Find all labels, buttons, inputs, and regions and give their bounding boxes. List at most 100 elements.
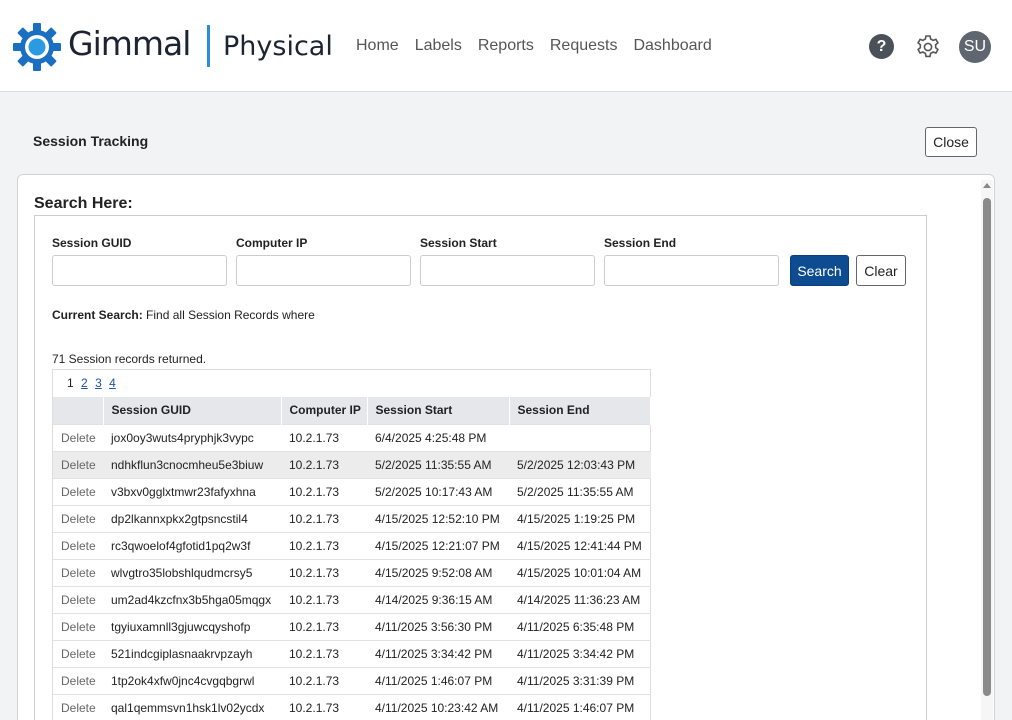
cell-session-guid: 521indcgiplasnaakrvpzayh xyxy=(103,639,281,667)
table-row[interactable]: Delete qal1qemmsvn1hsk1lv02ycdx 10.2.1.73 4… xyxy=(53,693,651,720)
table-row[interactable]: Delete v3bxv0gglxtmwr23fafyxhna 10.2.1.73 5… xyxy=(53,477,651,505)
table-row[interactable]: Delete tgyiuxamnll3gjuwcqyshofp 10.2.1.73 4… xyxy=(53,612,651,640)
cell-session-end: 4/15/2025 1:19:25 PM xyxy=(509,504,651,532)
gear-logo-icon xyxy=(13,23,61,71)
cell-session-guid: v3bxv0gglxtmwr23fafyxhna xyxy=(103,477,281,505)
cell-computer-ip: 10.2.1.73 xyxy=(281,531,367,559)
pager-page-4[interactable]: 4 xyxy=(109,376,116,390)
cell-session-guid: 1tp2ok4xfw0jnc4cvgqbgrwl xyxy=(103,666,281,694)
col-session-guid[interactable]: Session GUID xyxy=(103,397,282,424)
cell-computer-ip: 10.2.1.73 xyxy=(281,639,367,667)
cell-session-start: 6/4/2025 4:25:48 PM xyxy=(367,423,509,451)
session-start-input[interactable] xyxy=(420,255,595,286)
current-search: Current Search: Find all Session Records… xyxy=(52,308,315,322)
delete-link[interactable]: Delete xyxy=(53,477,103,505)
brand-divider xyxy=(207,25,210,67)
cell-computer-ip: 10.2.1.73 xyxy=(281,504,367,532)
pager-page-3[interactable]: 3 xyxy=(95,376,102,390)
table-row[interactable]: Delete dp2lkannxpkx2gtpsncstil4 10.2.1.73 4… xyxy=(53,504,651,532)
cell-session-end: 4/11/2025 3:34:42 PM xyxy=(509,639,651,667)
search-heading: Search Here: xyxy=(34,195,133,212)
cell-session-guid: rc3qwoelof4gfotid1pq2w3f xyxy=(103,531,281,559)
cell-session-end xyxy=(509,423,651,451)
close-button[interactable]: Close xyxy=(925,127,977,157)
search-button[interactable]: Search xyxy=(790,255,849,286)
nav-home[interactable]: Home xyxy=(356,37,399,55)
cell-session-guid: tgyiuxamnll3gjuwcqyshofp xyxy=(103,612,281,640)
label-session-start: Session Start xyxy=(420,236,497,250)
cell-session-guid: dp2lkannxpkx2gtpsncstil4 xyxy=(103,504,281,532)
scrollbar-thumb[interactable] xyxy=(983,198,991,696)
nav-reports[interactable]: Reports xyxy=(478,37,534,55)
session-end-input[interactable] xyxy=(604,255,779,286)
cell-session-start: 4/11/2025 3:34:42 PM xyxy=(367,639,509,667)
cell-session-end: 5/2/2025 12:03:43 PM xyxy=(509,450,651,478)
cell-session-start: 4/14/2025 9:36:15 AM xyxy=(367,585,509,613)
col-computer-ip[interactable]: Computer IP xyxy=(281,397,368,424)
table-row[interactable]: Delete 1tp2ok4xfw0jnc4cvgqbgrwl 10.2.1.73 4… xyxy=(53,666,651,694)
cell-session-guid: qal1qemmsvn1hsk1lv02ycdx xyxy=(103,693,281,720)
delete-link[interactable]: Delete xyxy=(53,693,103,720)
cell-session-start: 5/2/2025 11:35:55 AM xyxy=(367,450,509,478)
scroll-up-arrow-icon[interactable] xyxy=(983,183,991,188)
cell-computer-ip: 10.2.1.73 xyxy=(281,450,367,478)
records-count: 71 Session records returned. xyxy=(52,352,207,366)
delete-link[interactable]: Delete xyxy=(53,504,103,532)
delete-link[interactable]: Delete xyxy=(53,558,103,586)
session-panel: Search Here: Session GUID Computer IP Se… xyxy=(17,174,995,720)
cell-session-end: 4/11/2025 1:46:07 PM xyxy=(509,693,651,720)
user-avatar[interactable]: SU xyxy=(959,31,991,63)
delete-link[interactable]: Delete xyxy=(53,450,103,478)
nav-labels[interactable]: Labels xyxy=(415,37,462,55)
table-row[interactable]: Delete wlvgtro35lobshlqudmcrsy5 10.2.1.73 4… xyxy=(53,558,651,586)
cell-computer-ip: 10.2.1.73 xyxy=(281,423,367,451)
cell-session-guid: um2ad4kzcfnx3b5hga05mqgx xyxy=(103,585,281,613)
col-actions xyxy=(53,397,104,424)
cell-session-start: 4/11/2025 10:23:42 AM xyxy=(367,693,509,720)
pager-current: 1 xyxy=(67,376,74,390)
col-session-end[interactable]: Session End xyxy=(509,397,651,424)
table-row[interactable]: Delete jox0oy3wuts4pryphjk3vypc 10.2.1.73 6… xyxy=(53,423,651,451)
label-session-guid: Session GUID xyxy=(52,236,132,250)
pager-page-2[interactable]: 2 xyxy=(81,376,88,390)
page-title: Session Tracking xyxy=(33,133,149,149)
current-search-text: Find all Session Records where xyxy=(146,308,315,322)
nav-dashboard[interactable]: Dashboard xyxy=(633,37,711,55)
cell-session-guid: jox0oy3wuts4pryphjk3vypc xyxy=(103,423,281,451)
cell-computer-ip: 10.2.1.73 xyxy=(281,612,367,640)
cell-session-start: 5/2/2025 10:17:43 AM xyxy=(367,477,509,505)
delete-link[interactable]: Delete xyxy=(53,585,103,613)
help-icon[interactable]: ? xyxy=(869,34,894,59)
delete-link[interactable]: Delete xyxy=(53,531,103,559)
nav-requests[interactable]: Requests xyxy=(550,37,618,55)
brand-name: Gimmal xyxy=(68,24,191,63)
cell-computer-ip: 10.2.1.73 xyxy=(281,477,367,505)
delete-link[interactable]: Delete xyxy=(53,612,103,640)
clear-button[interactable]: Clear xyxy=(856,255,906,286)
cell-session-start: 4/15/2025 12:21:07 PM xyxy=(367,531,509,559)
computer-ip-input[interactable] xyxy=(236,255,411,286)
cell-session-guid: ndhkflun3cnocmheu5e3biuw xyxy=(103,450,281,478)
product-name: Physical xyxy=(223,31,333,62)
table-row[interactable]: Delete rc3qwoelof4gfotid1pq2w3f 10.2.1.73 4… xyxy=(53,531,651,559)
search-form: Session GUID Computer IP Session Start S… xyxy=(34,215,927,720)
cell-session-end: 4/15/2025 12:41:44 PM xyxy=(509,531,651,559)
cell-computer-ip: 10.2.1.73 xyxy=(281,693,367,720)
table-row[interactable]: Delete ndhkflun3cnocmheu5e3biuw 10.2.1.73 5… xyxy=(53,450,651,478)
delete-link[interactable]: Delete xyxy=(53,423,103,451)
cell-session-start: 4/11/2025 3:56:30 PM xyxy=(367,612,509,640)
cell-session-start: 4/15/2025 12:52:10 PM xyxy=(367,504,509,532)
settings-gear-icon[interactable] xyxy=(915,34,941,60)
label-session-end: Session End xyxy=(604,236,677,250)
delete-link[interactable]: Delete xyxy=(53,639,103,667)
table-row[interactable]: Delete 521indcgiplasnaakrvpzayh 10.2.1.73 4… xyxy=(53,639,651,667)
cell-session-end: 4/15/2025 10:01:04 AM xyxy=(509,558,651,586)
table-row[interactable]: Delete um2ad4kzcfnx3b5hga05mqgx 10.2.1.73 4… xyxy=(53,585,651,613)
col-session-start[interactable]: Session Start xyxy=(367,397,510,424)
session-table: Session GUID Computer IP Session Start S… xyxy=(53,397,651,720)
session-guid-input[interactable] xyxy=(52,255,227,286)
current-search-label: Current Search: xyxy=(52,308,143,322)
delete-link[interactable]: Delete xyxy=(53,666,103,694)
cell-session-end: 4/11/2025 6:35:48 PM xyxy=(509,612,651,640)
cell-session-end: 4/14/2025 11:36:23 AM xyxy=(509,585,651,613)
